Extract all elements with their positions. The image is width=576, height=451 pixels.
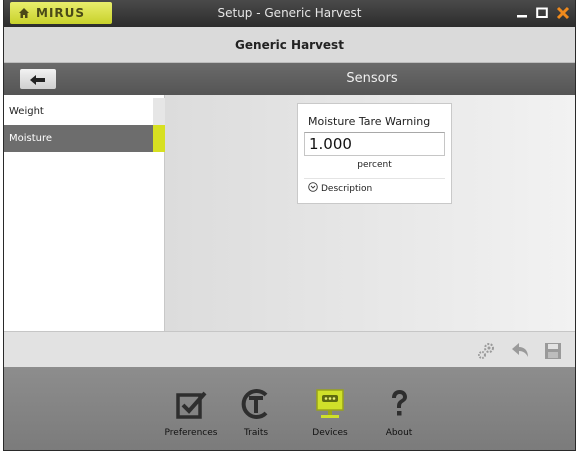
arrow-left-icon bbox=[30, 70, 46, 89]
setting-title: Moisture Tare Warning bbox=[308, 115, 431, 128]
list-item-marker bbox=[153, 98, 165, 125]
sensor-list: Weight Moisture bbox=[4, 95, 165, 331]
nav-traits[interactable]: Traits bbox=[226, 385, 286, 438]
nav-label: About bbox=[385, 428, 413, 438]
close-icon[interactable] bbox=[554, 4, 572, 22]
unit-label: percent bbox=[357, 160, 392, 170]
bottom-nav: Preferences Traits Devices About bbox=[4, 367, 575, 450]
nav-label: Preferences bbox=[164, 428, 218, 438]
nav-devices[interactable]: Devices bbox=[300, 385, 360, 438]
maximize-icon[interactable] bbox=[534, 4, 550, 22]
chevron-down-circle-icon bbox=[308, 182, 318, 195]
nav-bar: Sensors bbox=[4, 63, 575, 95]
list-item-label: Weight bbox=[9, 106, 44, 117]
gears-icon[interactable] bbox=[475, 340, 497, 362]
setup-subtitle: Generic Harvest bbox=[4, 27, 575, 63]
traits-t-icon bbox=[237, 385, 275, 423]
description-toggle[interactable]: Description bbox=[308, 182, 372, 195]
nav-label: Devices bbox=[312, 428, 348, 438]
nav-label: Traits bbox=[243, 428, 269, 438]
checkbox-icon bbox=[172, 385, 210, 423]
title-bar: MIRUS Setup - Generic Harvest bbox=[4, 0, 575, 27]
selected-marker bbox=[153, 125, 165, 152]
minimize-icon[interactable] bbox=[514, 4, 530, 22]
save-icon[interactable] bbox=[542, 340, 564, 362]
monitor-icon bbox=[311, 385, 349, 423]
back-button[interactable] bbox=[20, 69, 56, 89]
page-title: Sensors bbox=[346, 71, 398, 86]
action-bar bbox=[4, 331, 575, 367]
divider bbox=[304, 178, 445, 179]
value-input[interactable]: 1.000 bbox=[304, 132, 445, 156]
nav-about[interactable]: About bbox=[369, 385, 429, 438]
list-item-weight[interactable]: Weight bbox=[4, 98, 165, 125]
description-label: Description bbox=[321, 183, 373, 194]
list-item-moisture[interactable]: Moisture bbox=[4, 125, 165, 152]
window-title: Setup - Generic Harvest bbox=[217, 6, 362, 20]
question-icon bbox=[380, 385, 418, 423]
settings-panel: Moisture Tare Warning 1.000 percent Desc… bbox=[165, 95, 575, 331]
nav-preferences[interactable]: Preferences bbox=[161, 385, 221, 438]
app-window: MIRUS Setup - Generic Harvest Generic Ha… bbox=[3, 0, 576, 451]
undo-icon[interactable] bbox=[509, 340, 531, 362]
setting-card: Moisture Tare Warning 1.000 percent Desc… bbox=[297, 103, 452, 204]
list-item-label: Moisture bbox=[9, 133, 53, 144]
